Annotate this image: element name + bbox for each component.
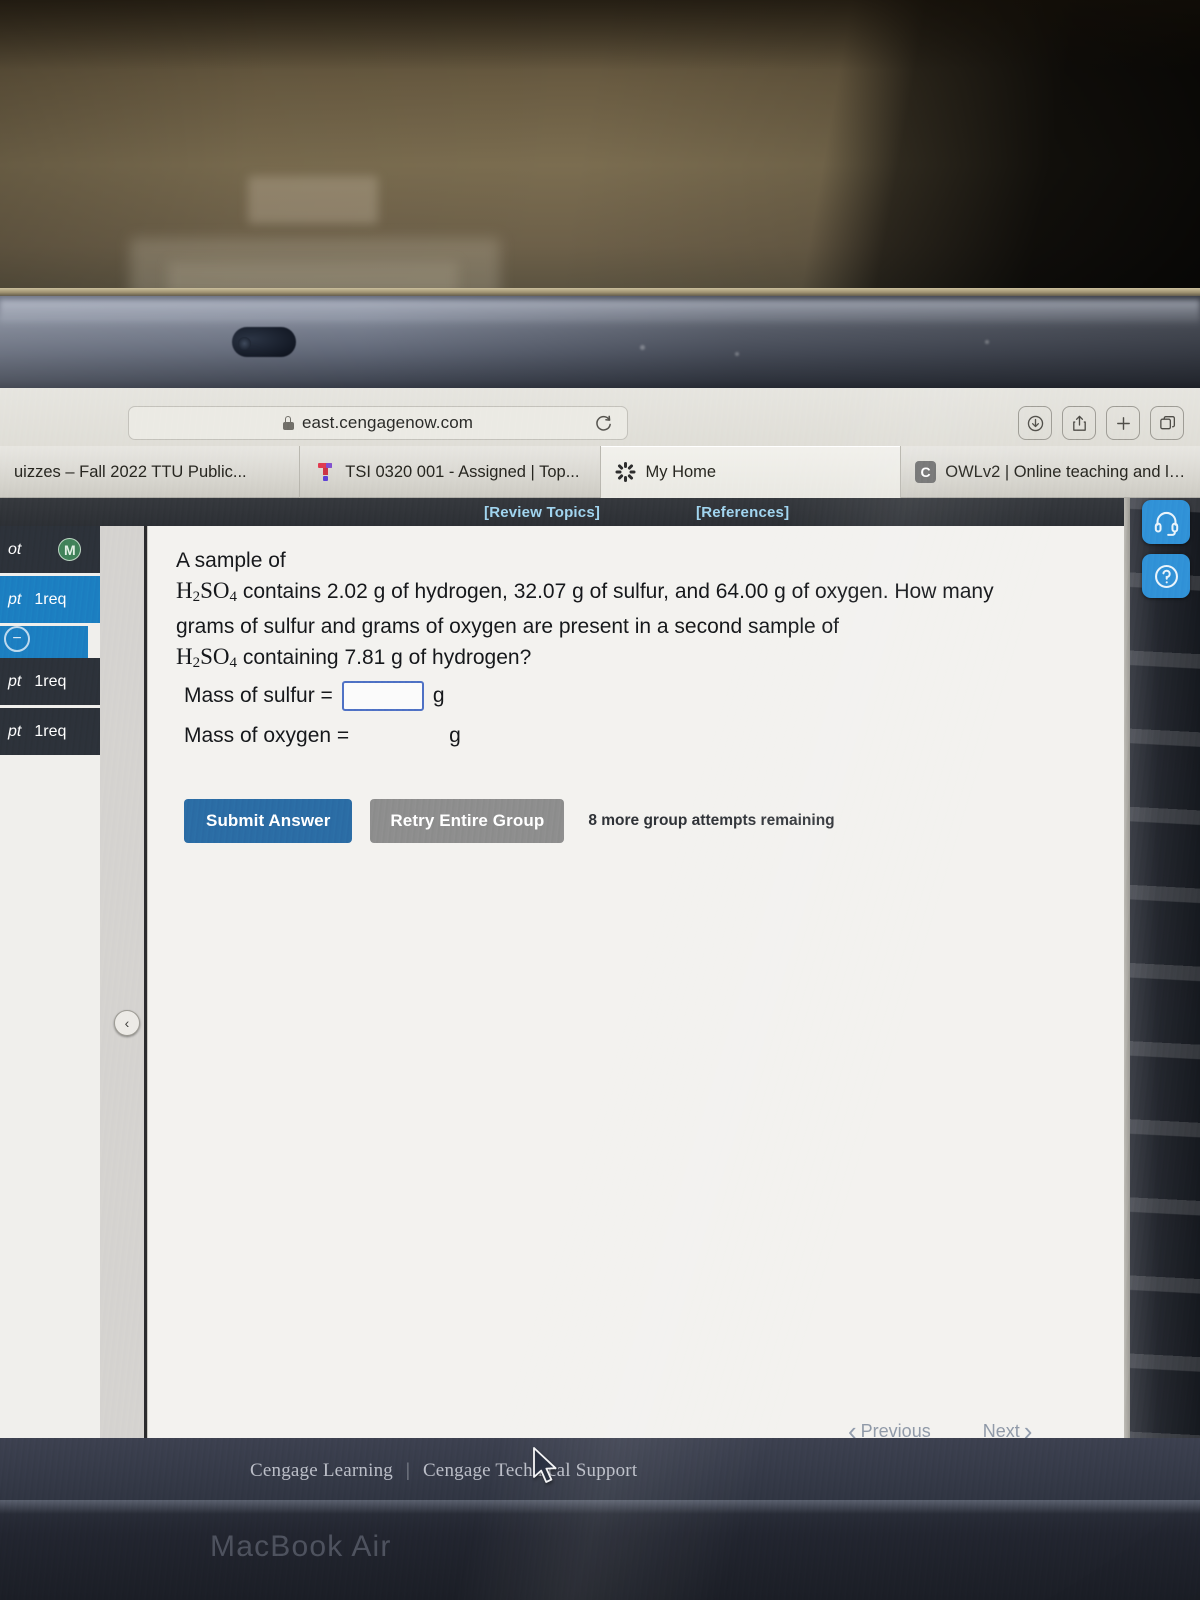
- wall-panel: [248, 176, 378, 224]
- app-top-bar: [Review Topics] [References]: [0, 498, 1130, 526]
- share-icon[interactable]: [1062, 406, 1096, 440]
- question-line-1: A sample of: [176, 549, 286, 572]
- sidebar-item-0[interactable]: ot M: [0, 526, 100, 576]
- hydrogen-mass-1: 2.02: [326, 580, 368, 603]
- screen-content: east.cengagenow.com uizzes – Fall 2022 T…: [0, 388, 1200, 1600]
- sulfur-mass-1: 32.07: [513, 580, 567, 603]
- ttu-icon: [314, 461, 336, 483]
- question-line-2: H2SO4 contains 2.02 g of hydrogen, 32.07…: [176, 576, 1076, 612]
- submit-answer-button[interactable]: Submit Answer: [184, 799, 353, 843]
- action-button-row: Submit Answer Retry Entire Group 8 more …: [184, 799, 835, 843]
- webcam-lens-icon: [238, 337, 251, 350]
- q-text-c: g of sulfur, and: [566, 580, 716, 603]
- review-topics-link[interactable]: [Review Topics]: [484, 504, 600, 521]
- mass-of-oxygen-label: Mass of oxygen =: [184, 724, 350, 747]
- mass-of-sulfur-label: Mass of sulfur =: [184, 684, 333, 707]
- footer-links: Cengage Learning | Cengage Technical Sup…: [250, 1460, 637, 1482]
- url-text: east.cengagenow.com: [301, 413, 474, 432]
- sidebar-item-pt: pt: [8, 672, 22, 690]
- references-link[interactable]: [References]: [696, 504, 789, 521]
- tab-label: OWLv2 | Online teaching and le...: [945, 462, 1186, 481]
- dust-speck: [640, 345, 645, 350]
- q-text-f: g of hydrogen?: [385, 646, 532, 669]
- sidebar-item-pt: ot: [8, 540, 22, 558]
- cengage-learning-link[interactable]: Cengage Learning: [250, 1460, 393, 1481]
- tab-strip: uizzes – Fall 2022 TTU Public... TSI 032…: [0, 446, 1200, 498]
- mass-of-sulfur-row: Mass of sulfur = g: [184, 681, 445, 711]
- hydrogen-mass-2: 7.81: [344, 646, 386, 669]
- room-background: [0, 0, 1200, 300]
- tab-label: TSI 0320 001 - Assigned | Top...: [345, 462, 580, 481]
- sidebar-item-2[interactable]: pt 1req: [0, 658, 100, 708]
- macbook-air-label: MacBook Air: [210, 1530, 392, 1563]
- headset-support-icon[interactable]: [1142, 500, 1190, 544]
- bezel-glare: [0, 300, 1200, 326]
- question-text: A sample of H2SO4 contains 2.02 g of hyd…: [176, 546, 1076, 678]
- cengage-app: [Review Topics] [References] ot M pt 1re…: [0, 498, 1130, 1498]
- tab-owlv2[interactable]: C OWLv2 | Online teaching and le...: [900, 446, 1200, 498]
- laptop-bottom-bezel: MacBook Air: [0, 1500, 1200, 1600]
- help-question-icon[interactable]: [1142, 554, 1190, 598]
- chemical-formula: H2SO4: [176, 644, 238, 671]
- sidebar-item-req: 1req: [34, 590, 67, 608]
- tab-overview-icon[interactable]: [1150, 406, 1184, 440]
- q-text-a: contains: [237, 580, 327, 603]
- downloads-icon[interactable]: [1018, 406, 1052, 440]
- tab-tsi-assigned[interactable]: TSI 0320 001 - Assigned | Top...: [300, 446, 601, 498]
- sidebar-item-3[interactable]: pt 1req: [0, 708, 100, 758]
- tab-label: uizzes – Fall 2022 TTU Public...: [14, 462, 247, 481]
- browser-toolbar-icons: [1018, 406, 1184, 440]
- tab-label: My Home: [645, 462, 717, 481]
- mass-of-oxygen-input[interactable]: [358, 721, 441, 751]
- sidebar-item-pt: pt: [8, 590, 22, 608]
- browser-chrome: east.cengagenow.com uizzes – Fall 2022 T…: [0, 388, 1200, 498]
- sidebar-item-pt: pt: [8, 722, 22, 740]
- q-text-d: g of oxygen. How many: [768, 580, 994, 603]
- address-bar[interactable]: east.cengagenow.com: [128, 406, 628, 440]
- reload-icon[interactable]: [590, 410, 616, 436]
- sidebar-item-1-expanded[interactable]: −: [0, 626, 88, 658]
- sidebar-item-req: 1req: [34, 672, 67, 690]
- mass-of-sulfur-input[interactable]: [341, 681, 424, 711]
- photographed-laptop-screen: east.cengagenow.com uizzes – Fall 2022 T…: [0, 0, 1200, 1600]
- floating-support-buttons: [1142, 500, 1190, 598]
- retry-entire-group-button[interactable]: Retry Entire Group: [370, 799, 565, 843]
- new-tab-icon[interactable]: [1106, 406, 1140, 440]
- chemical-formula: H2SO4: [176, 578, 238, 605]
- collapse-minus-icon[interactable]: −: [4, 626, 30, 652]
- ceiling-shadow: [0, 0, 1200, 70]
- spinner-icon: [615, 461, 637, 483]
- question-list-sidebar: ot M pt 1req − pt 1req pt 1req: [0, 526, 100, 1498]
- question-line-3: grams of sulfur and grams of oxygen are …: [176, 615, 840, 638]
- dust-speck: [735, 352, 739, 356]
- tab-quizzes[interactable]: uizzes – Fall 2022 TTU Public...: [0, 446, 301, 498]
- mass-of-oxygen-row: Mass of oxygen = g: [184, 721, 461, 751]
- sidebar-collapse-handle[interactable]: ‹: [114, 1010, 140, 1036]
- sidebar-item-1[interactable]: pt 1req: [0, 576, 100, 626]
- attempts-remaining-text: 8 more group attempts remaining: [588, 812, 835, 829]
- tab-my-home[interactable]: My Home: [600, 446, 901, 498]
- sidebar-item-req: 1req: [34, 722, 67, 740]
- q-text-e: containing: [237, 646, 345, 669]
- bottom-bezel-glare: [0, 1500, 1200, 1514]
- q-text-b: g of hydrogen,: [367, 580, 514, 603]
- lock-icon: [282, 416, 294, 430]
- footer-separator: |: [405, 1460, 410, 1481]
- dust-speck: [985, 340, 989, 344]
- owl-icon: C: [914, 461, 937, 483]
- oxygen-mass-1: 64.00: [715, 580, 769, 603]
- question-panel: A sample of H2SO4 contains 2.02 g of hyd…: [147, 526, 1130, 1498]
- mastery-badge-icon: M: [58, 538, 82, 561]
- address-bar-row: east.cengagenow.com: [0, 394, 1200, 446]
- question-line-4: H2SO4 containing 7.81 g of hydrogen?: [176, 642, 1076, 678]
- mass-of-sulfur-unit: g: [432, 684, 445, 707]
- mass-of-oxygen-unit: g: [449, 724, 461, 747]
- screen-right-reflection: [1130, 498, 1200, 1528]
- mouse-cursor-icon: [531, 1446, 561, 1493]
